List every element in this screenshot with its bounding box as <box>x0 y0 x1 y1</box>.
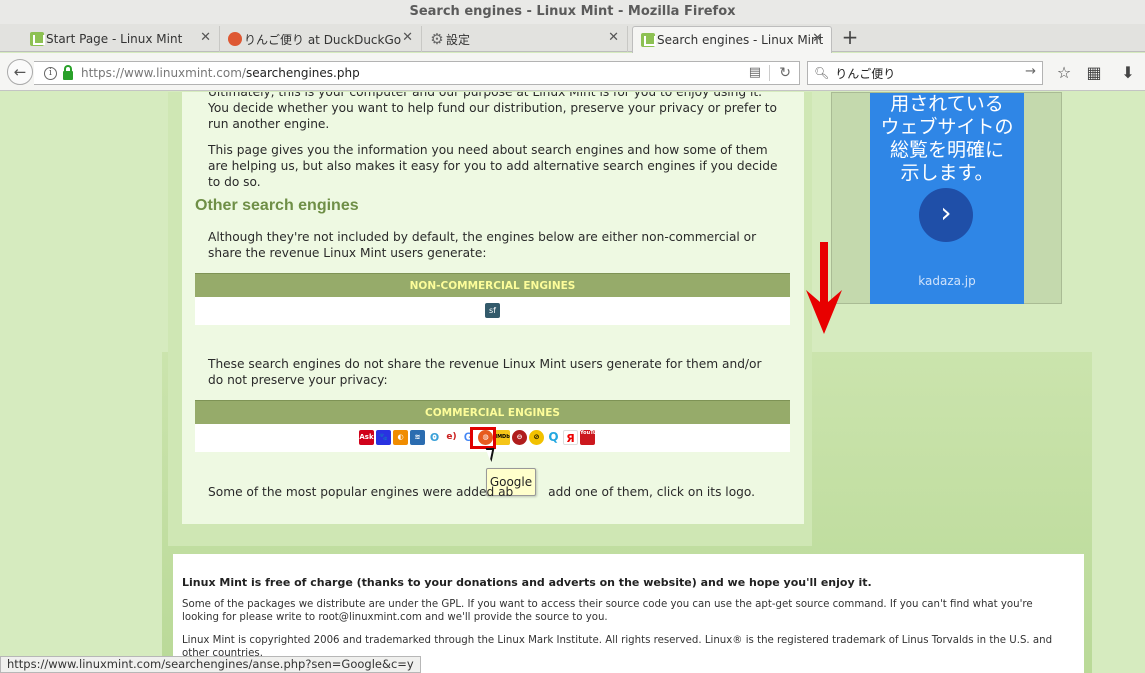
youtube-engine-icon[interactable]: YouTube <box>580 430 595 445</box>
url-path: searchengines.php <box>245 66 360 80</box>
search-icon: 🔍︎ <box>814 66 830 80</box>
status-bar-url: https://www.linuxmint.com/searchengines/… <box>0 656 421 673</box>
duckduckgo-icon <box>228 32 242 46</box>
url-text: https://www.linuxmint.com/searchengines.… <box>81 66 360 80</box>
separator <box>769 65 770 81</box>
ask-engine-icon[interactable]: Ask <box>359 430 374 445</box>
lock-icon <box>63 64 73 80</box>
chevron-right-icon[interactable]: › <box>919 188 973 242</box>
engine-icon[interactable]: e) <box>444 430 459 445</box>
window-title: Search engines - Linux Mint - Mozilla Fi… <box>0 0 1145 24</box>
close-icon[interactable]: ✕ <box>402 30 413 45</box>
intro-paragraph: Ultimately, this is your computer and ou… <box>208 92 777 131</box>
side-advert: 用されている ウェブサイトの 総覧を明確に 示します。 › kadaza.jp <box>831 92 1062 304</box>
ad-domain: kadaza.jp <box>918 274 976 288</box>
noncommercial-row: sf <box>195 297 790 325</box>
close-icon[interactable]: ✕ <box>608 30 619 45</box>
linux-mint-icon <box>30 32 45 46</box>
outro-paragraph: Some of the most popular engines were ad… <box>208 485 756 499</box>
bookmark-star-icon[interactable]: ☆ <box>1053 62 1075 84</box>
engine-icon[interactable]: ⊖ <box>512 430 527 445</box>
footer-title: Linux Mint is free of charge (thanks to … <box>182 576 872 589</box>
bookmarks-list-icon[interactable]: ▦ <box>1083 62 1105 84</box>
download-icon[interactable]: ⬇ <box>1117 62 1139 84</box>
tab-search-engines[interactable]: Search engines - Linux Mint ✕ <box>632 26 832 53</box>
navigation-bar: ← i https://www.linuxmint.com/searchengi… <box>0 53 1145 91</box>
arrow-right-icon[interactable]: → <box>1025 64 1036 79</box>
section-heading: Other search engines <box>195 197 359 214</box>
sourceforge-engine-icon[interactable]: sf <box>485 303 500 318</box>
tab-start-page[interactable]: Start Page - Linux Mint ✕ <box>22 26 220 52</box>
close-icon[interactable]: ✕ <box>200 30 211 45</box>
url-prefix: https://www.linuxmint.com/ <box>81 66 246 80</box>
engine-icon[interactable]: Q <box>546 430 561 445</box>
commercial-header: COMMERCIAL ENGINES <box>195 400 790 424</box>
red-arrow-icon <box>806 242 842 334</box>
google-highlight-box <box>470 427 496 449</box>
commercial-intro: These search engines do not share the re… <box>208 357 762 387</box>
yandex-engine-icon[interactable]: Я <box>563 430 578 445</box>
gear-icon: ⚙ <box>430 30 444 48</box>
engine-icon[interactable]: ʘ <box>427 430 442 445</box>
engine-icon[interactable]: ⊘ <box>529 430 544 445</box>
imdb-engine-icon[interactable]: IMDb <box>495 430 510 445</box>
tab-strip: Start Page - Linux Mint ✕ りんご便り at DuckD… <box>0 24 1145 53</box>
info-icon[interactable]: i <box>44 66 57 80</box>
new-tab-button[interactable]: + <box>838 26 862 50</box>
ad-text: 用されている ウェブサイトの 総覧を明確に 示します。 <box>880 93 1014 184</box>
tab-duckduckgo[interactable]: りんご便り at DuckDuckGo ✕ <box>220 26 422 52</box>
search-value: りんご便り <box>835 66 896 81</box>
linux-mint-icon <box>641 33 656 47</box>
ad-panel[interactable]: 用されている ウェブサイトの 総覧を明確に 示します。 › kadaza.jp <box>870 93 1024 304</box>
engine-icon[interactable]: ≋ <box>410 430 425 445</box>
url-bar[interactable]: i https://www.linuxmint.com/searchengine… <box>34 61 800 85</box>
bing-engine-icon[interactable]: ◐ <box>393 430 408 445</box>
reload-icon[interactable]: ↻ <box>779 65 791 81</box>
other-engines-intro: Although they're not included by default… <box>208 230 757 260</box>
footer-gpl-text: Some of the packages we distribute are u… <box>182 599 1033 623</box>
baidu-engine-icon[interactable]: 🐾 <box>376 430 391 445</box>
search-input[interactable]: 🔍︎ りんご便り → <box>807 61 1043 85</box>
tab-settings[interactable]: ⚙ 設定 ✕ <box>422 26 628 52</box>
info-paragraph: This page gives you the information you … <box>208 143 778 189</box>
page-content: Ultimately, this is your computer and ou… <box>0 92 1145 673</box>
close-icon[interactable]: ✕ <box>812 31 823 46</box>
reader-view-icon[interactable]: ▤ <box>749 65 761 80</box>
tab-label: Start Page - Linux Mint <box>46 32 183 46</box>
back-button[interactable]: ← <box>7 59 33 85</box>
noncommercial-header: NON-COMMERCIAL ENGINES <box>195 273 790 297</box>
tab-label: りんご便り at DuckDuckGo <box>244 32 402 47</box>
tab-label: Search engines - Linux Mint <box>657 33 823 47</box>
tab-label: 設定 <box>446 32 471 47</box>
